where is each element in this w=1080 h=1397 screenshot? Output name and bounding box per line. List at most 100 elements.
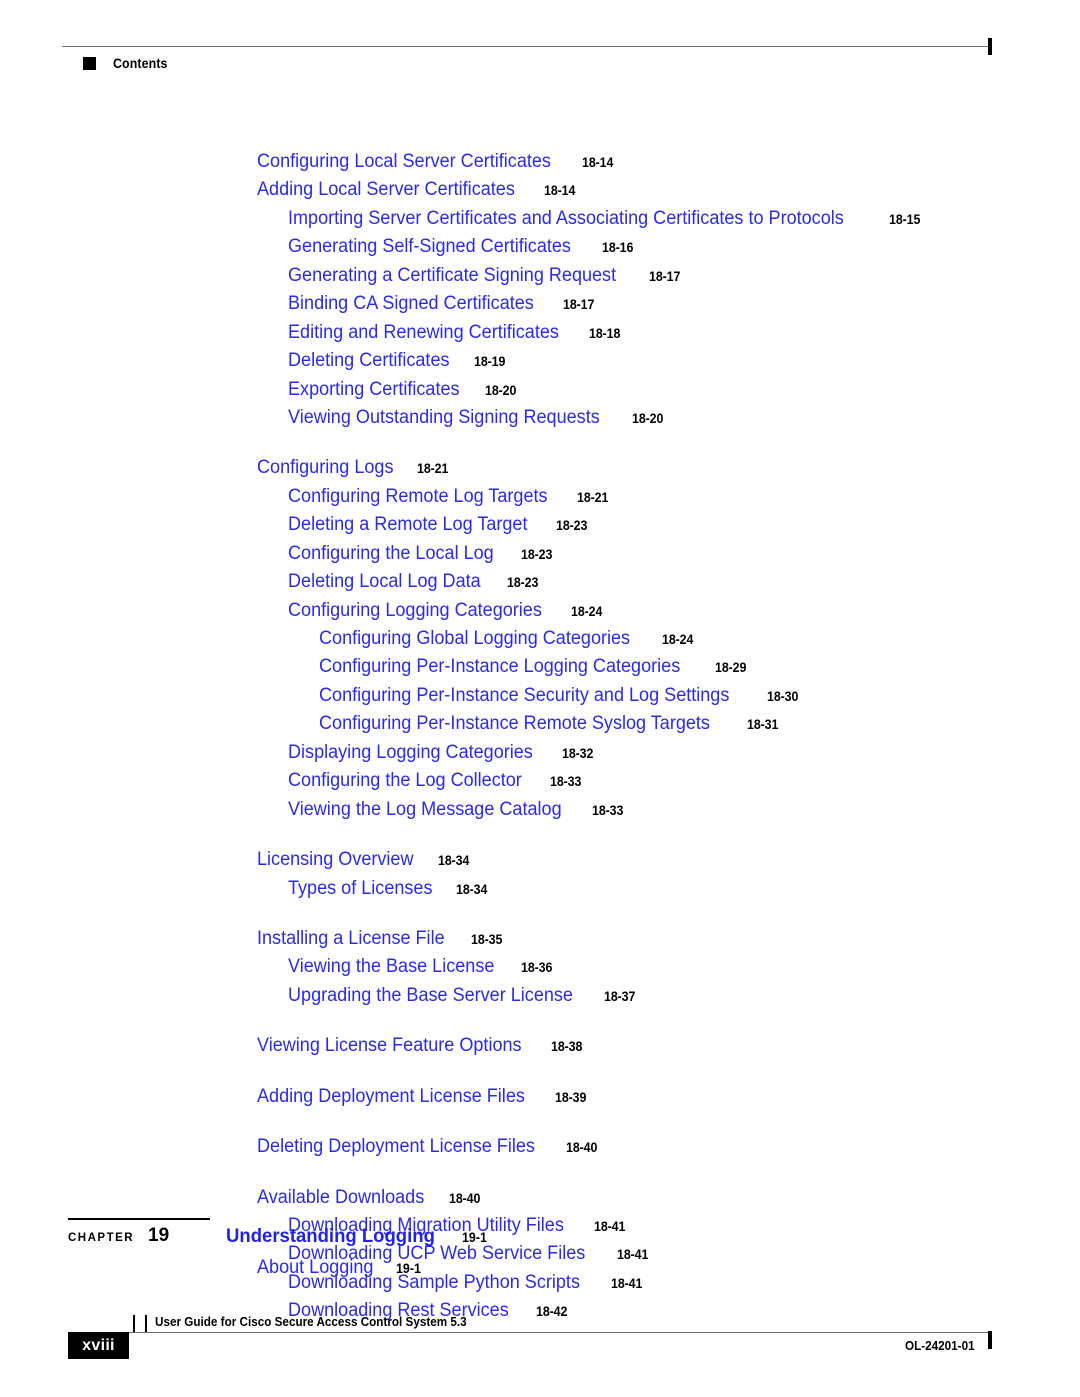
toc-entry[interactable]: Viewing Outstanding Signing Requests 18-2… [0,406,1080,434]
toc-entry-title[interactable]: Configuring Global Logging Categories [319,627,630,651]
document-id-label: OL-24201-01 [905,1338,975,1353]
toc-entry-title[interactable]: Installing a License File [257,927,445,951]
toc-entry-title[interactable]: Deleting a Remote Log Target [288,513,527,537]
footer-tick-mark-right [145,1315,147,1332]
toc-entry[interactable]: Configuring Logs 18-21 [0,456,1080,484]
toc-entry-title[interactable]: Displaying Logging Categories [288,741,533,765]
toc-entry-page: 18-30 [766,688,799,704]
toc-entry-page: 18-18 [589,325,621,341]
toc-entry[interactable]: Types of Licenses 18-34 [0,877,1080,905]
toc-entry-title[interactable]: Deleting Deployment License Files [257,1135,535,1159]
toc-entry-page: 18-33 [550,774,582,790]
toc-entry-page: 18-35 [470,931,502,947]
toc-entry-chapter-title[interactable]: Understanding Logging 19-1 [0,1224,489,1250]
toc-entry[interactable]: Viewing License Feature Options 18-38 [0,1034,1080,1062]
toc-entry-title[interactable]: Viewing License Feature Options [257,1034,522,1058]
toc-entry[interactable]: Adding Deployment License Files 18-39 [0,1085,1080,1113]
toc-entry-title[interactable]: Viewing the Base License [288,955,494,979]
toc-entry-title[interactable]: Licensing Overview [257,848,414,872]
toc-entry-title[interactable]: Configuring Local Server Certificates [257,150,551,174]
toc-entry-page: 18-20 [632,410,664,426]
toc-entry[interactable]: Generating a Certificate Signing Request… [0,264,1080,292]
toc-entry-title[interactable]: Exporting Certificates [288,378,460,402]
black-square-icon [83,57,96,70]
toc-entry-page: 18-33 [592,802,624,818]
toc-entry[interactable]: Configuring Remote Log Targets 18-21 [0,485,1080,513]
toc-entry-title[interactable]: Deleting Local Log Data [288,570,481,594]
toc-entry-page: 18-15 [889,211,921,227]
footer-rule [110,1332,988,1333]
toc-entry[interactable]: Configuring Per-Instance Remote Syslog T… [0,712,1080,740]
toc-entry-page: 19-1 [395,1261,421,1276]
toc-entry-title[interactable]: Adding Deployment License Files [257,1085,525,1109]
toc-entry-page: 18-20 [484,382,516,398]
toc-entry-page: 18-23 [520,546,552,562]
toc-entry[interactable]: Licensing Overview 18-34 [0,848,1080,876]
toc-entry-title[interactable]: Binding CA Signed Certificates [288,292,534,316]
toc-entry-page: 18-40 [449,1190,481,1206]
toc-entry-page: 18-21 [577,489,609,505]
toc-entry[interactable]: Configuring Logging Categories 18-24 [0,599,1080,627]
toc-entry[interactable]: Configuring the Log Collector 18-33 [0,769,1080,797]
toc-entry-page: 18-37 [603,988,636,1004]
toc-entry[interactable]: Adding Local Server Certificates 18-14 [0,178,1080,206]
toc-entry-title[interactable]: Generating Self-Signed Certificates [288,235,571,259]
toc-entry-title[interactable]: Configuring the Log Collector [288,769,522,793]
toc-entry[interactable]: Configuring Per-Instance Security and Lo… [0,684,1080,712]
toc-entry[interactable]: Displaying Logging Categories 18-32 [0,741,1080,769]
toc-entry-page: 18-29 [715,660,747,676]
toc-entry[interactable]: Configuring Local Server Certificates 18-… [0,150,1080,178]
toc-entry-page: 18-17 [649,268,681,284]
toc-entry-title[interactable]: Configuring the Local Log [288,542,494,566]
toc-entry[interactable]: Deleting Certificates 18-19 [0,349,1080,377]
toc-entry[interactable]: Configuring the Local Log 18-23 [0,542,1080,570]
toc-entry[interactable]: Available Downloads 18-40 [0,1186,1080,1214]
toc-entry-page: 18-16 [601,240,634,256]
toc-entry[interactable]: Importing Server Certificates and Associ… [0,207,1080,235]
toc-entry-title[interactable]: Viewing the Log Message Catalog [288,798,562,822]
toc-entry-title[interactable]: Importing Server Certificates and Associ… [288,207,844,231]
toc-entry[interactable]: Deleting Local Log Data 18-23 [0,570,1080,598]
toc-entry-title[interactable]: Configuring Per-Instance Remote Syslog T… [319,712,710,736]
toc-entry-page: 18-34 [456,881,488,897]
toc-entry-title[interactable]: Viewing Outstanding Signing Requests [288,406,600,430]
toc-entry[interactable]: Configuring Global Logging Categories 18-… [0,627,1080,655]
toc-entry[interactable]: Viewing the Base License 18-36 [0,955,1080,983]
toc-entry-title[interactable]: Types of Licenses [288,877,432,901]
toc-entry-title[interactable]: Editing and Renewing Certificates [288,321,559,345]
toc-entry-title[interactable]: Available Downloads [257,1186,424,1210]
page-footer: xviii User Guide for Cisco Secure Access… [0,1300,1080,1397]
toc-entry-title[interactable]: Generating a Certificate Signing Request [288,264,616,288]
toc-entry-title[interactable]: Configuring Logs [257,456,393,480]
toc-entry[interactable]: Deleting a Remote Log Target 18-23 [0,513,1080,541]
toc-entry[interactable]: Viewing the Log Message Catalog 18-33 [0,798,1080,826]
toc-entry-title[interactable]: Upgrading the Base Server License [288,984,573,1008]
toc-entry-page: 18-31 [746,717,778,733]
toc-entry-page: 18-38 [551,1039,583,1055]
toc-entry-page: 18-40 [565,1140,597,1156]
toc-entry[interactable]: Deleting Deployment License Files 18-40 [0,1135,1080,1163]
toc-entry-title[interactable]: Configuring Per-Instance Security and Lo… [319,684,729,708]
toc-entry-title[interactable]: Configuring Logging Categories [288,599,542,623]
toc-entry-title[interactable]: Adding Local Server Certificates [257,178,515,202]
toc-entry[interactable]: Installing a License File 18-35 [0,927,1080,955]
toc-entry-title[interactable]: About Logging [257,1256,373,1280]
toc-entry-page: 18-19 [474,354,506,370]
running-head-label: Contents [113,56,168,71]
toc-entry[interactable]: Editing and Renewing Certificates 18-18 [0,321,1080,349]
toc-entry-page: 18-34 [437,853,470,869]
toc-entry[interactable]: Generating Self-Signed Certificates 18-16 [0,235,1080,263]
toc-entry[interactable]: Binding CA Signed Certificates 18-17 [0,292,1080,320]
page-number-badge: xviii [68,1332,129,1359]
toc-entry[interactable]: Configuring Per-Instance Logging Categor… [0,655,1080,683]
toc-entry-page: 18-14 [582,155,614,170]
toc-entry-title[interactable]: Deleting Certificates [288,349,450,373]
toc-entry-about-logging[interactable]: About Logging 19-1 [0,1256,423,1281]
toc-entry-page: 18-23 [556,518,588,534]
toc-entry[interactable]: Upgrading the Base Server License 18-37 [0,984,1080,1012]
toc-entry-title[interactable]: Understanding Logging [226,1224,435,1248]
header-rule-end-tick [988,38,992,55]
toc-entry-title[interactable]: Configuring Per-Instance Logging Categor… [319,655,680,679]
toc-entry[interactable]: Exporting Certificates 18-20 [0,378,1080,406]
toc-entry-title[interactable]: Configuring Remote Log Targets [288,485,548,509]
